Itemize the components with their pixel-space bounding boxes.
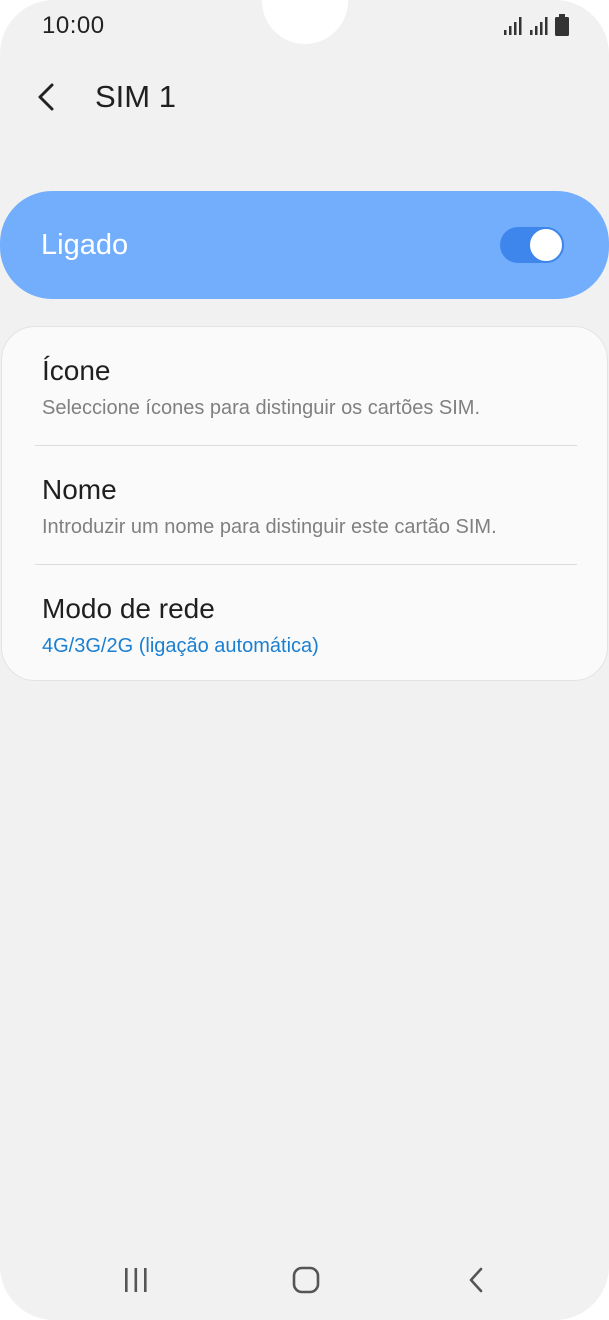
battery-icon (555, 14, 569, 36)
setting-row-network-mode[interactable]: Modo de rede 4G/3G/2G (ligação automátic… (2, 565, 609, 683)
phone-screen: 10:00 SIM 1 Ligado Ícone Seleccione ícon… (0, 0, 609, 1320)
master-switch-label: Ligado (41, 229, 129, 261)
nav-back-button[interactable] (447, 1262, 507, 1298)
page-title: SIM 1 (95, 79, 176, 114)
status-bar: 10:00 (0, 0, 609, 52)
recent-apps-button[interactable] (106, 1262, 166, 1298)
setting-subtitle: Seleccione ícones para distinguir os car… (42, 397, 480, 419)
setting-row-name[interactable]: Nome Introduzir um nome para distinguir … (2, 446, 609, 564)
back-arrow-icon (38, 83, 54, 111)
setting-subtitle: Introduzir um nome para distinguir este … (42, 516, 497, 538)
toggle-switch[interactable] (500, 227, 564, 263)
status-time: 10:00 (42, 12, 105, 39)
setting-subtitle: 4G/3G/2G (ligação automática) (42, 635, 319, 657)
home-icon (292, 1266, 320, 1294)
setting-title: Modo de rede (42, 593, 215, 624)
signal-sim1-icon (504, 17, 522, 35)
home-button[interactable] (276, 1262, 336, 1298)
app-header: SIM 1 (0, 60, 609, 136)
signal-sim2-icon (530, 17, 548, 35)
setting-title: Nome (42, 474, 117, 505)
settings-card: Ícone Seleccione ícones para distinguir … (1, 326, 608, 681)
master-switch-bar[interactable]: Ligado (0, 191, 609, 299)
setting-row-icon[interactable]: Ícone Seleccione ícones para distinguir … (2, 327, 609, 445)
toggle-knob (528, 227, 564, 263)
back-icon (469, 1267, 483, 1293)
status-icons (503, 14, 569, 36)
recent-apps-icon (125, 1268, 147, 1292)
back-button[interactable] (30, 76, 66, 118)
navigation-bar (0, 1240, 609, 1320)
setting-title: Ícone (42, 355, 111, 386)
